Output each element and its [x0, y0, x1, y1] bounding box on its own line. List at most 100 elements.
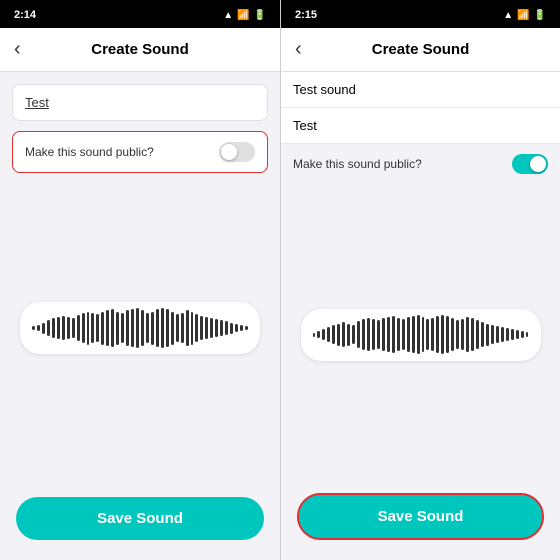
wave-bar	[215, 319, 218, 337]
wave-bar	[230, 323, 233, 334]
public-toggle-switch-1[interactable]	[219, 142, 255, 162]
public-toggle-label-2: Make this sound public?	[293, 157, 422, 171]
wave-bar	[313, 333, 316, 337]
wifi-icon-1: 📶	[237, 10, 249, 21]
wave-bar	[347, 324, 350, 346]
wave-bar	[436, 316, 439, 353]
wave-bar	[481, 322, 484, 346]
name-input-2b[interactable]: Test	[281, 108, 560, 144]
wave-bar	[322, 329, 325, 340]
save-btn-container-2: Save Sound	[281, 481, 560, 560]
wave-bar	[220, 320, 223, 335]
wave-bar	[37, 325, 40, 332]
wave-bar	[362, 319, 365, 350]
page-title-1: Create Sound	[91, 41, 189, 58]
wave-bar	[141, 310, 144, 345]
save-sound-button-2[interactable]: Save Sound	[297, 493, 544, 540]
wave-bar	[342, 322, 345, 346]
wave-bar	[471, 318, 474, 351]
wave-bar	[392, 316, 395, 353]
wave-bar	[337, 324, 340, 346]
wave-bar	[367, 318, 370, 351]
wave-bar	[317, 331, 320, 338]
page-title-2: Create Sound	[372, 41, 470, 58]
wave-bar	[417, 315, 420, 355]
wave-bar	[126, 310, 129, 345]
wave-bar	[506, 328, 509, 341]
waveform-container-2	[281, 188, 560, 481]
wave-bar	[205, 317, 208, 339]
wave-bar	[412, 316, 415, 353]
wave-bar	[382, 318, 385, 351]
wave-bar	[235, 324, 238, 333]
status-bar-1: 2:14 ▲ 📶 🔋	[0, 0, 280, 28]
wave-bar	[136, 308, 139, 348]
nav-bar-2: ‹ Create Sound	[281, 28, 560, 72]
wave-bar	[166, 309, 169, 346]
wave-bar	[67, 317, 70, 339]
phone-screen-1: 2:14 ▲ 📶 🔋 ‹ Create Sound Test Make this…	[0, 0, 280, 560]
wave-bar	[357, 321, 360, 347]
nav-bar-1: ‹ Create Sound	[0, 28, 280, 72]
wave-bar	[72, 318, 75, 338]
status-icons-1: ▲ 📶 🔋	[223, 10, 266, 21]
status-time-2: 2:15	[295, 9, 317, 21]
wave-bar	[407, 317, 410, 352]
wave-bar	[47, 320, 50, 335]
wave-bar	[195, 314, 198, 343]
wave-bar	[377, 320, 380, 349]
wave-bar	[116, 312, 119, 345]
wave-bar	[431, 318, 434, 351]
wave-bar	[461, 319, 464, 350]
wave-bar	[426, 319, 429, 350]
wave-bar	[486, 324, 489, 346]
wave-bar	[32, 326, 35, 330]
wave-bar	[491, 325, 494, 345]
back-button-2[interactable]: ‹	[295, 38, 302, 61]
wave-bar	[200, 316, 203, 340]
wave-bar	[245, 326, 248, 330]
name-input-1[interactable]: Test	[12, 84, 268, 121]
wave-bar	[526, 332, 529, 336]
wave-bar	[240, 325, 243, 332]
wave-bar	[82, 313, 85, 344]
wave-bar	[171, 312, 174, 345]
wave-bar	[511, 329, 514, 340]
waveform-1	[20, 302, 260, 354]
name-input-2a[interactable]: Test sound	[281, 72, 560, 108]
wave-bar	[52, 318, 55, 338]
wave-bar	[441, 315, 444, 355]
wave-bar	[161, 308, 164, 348]
back-button-1[interactable]: ‹	[14, 38, 21, 61]
wave-bar	[422, 317, 425, 352]
wave-bar	[121, 313, 124, 344]
wave-bar	[96, 314, 99, 343]
waveform-container-1	[12, 183, 268, 473]
wave-bar	[101, 312, 104, 345]
public-toggle-switch-2[interactable]	[512, 154, 548, 174]
wave-bar	[91, 313, 94, 344]
battery-icon-2: 🔋	[534, 10, 546, 21]
wave-bar	[42, 323, 45, 334]
wave-bar	[521, 331, 524, 338]
wave-bar	[57, 317, 60, 339]
content-1: Test Make this sound public?	[0, 72, 280, 485]
wave-bar	[496, 326, 499, 344]
wave-bar	[77, 315, 80, 341]
public-toggle-row-1: Make this sound public?	[12, 131, 268, 173]
wave-bar	[181, 313, 184, 344]
wave-bar	[387, 317, 390, 352]
wave-bar	[516, 330, 519, 339]
wave-bar	[476, 320, 479, 349]
save-sound-button-1[interactable]: Save Sound	[16, 497, 264, 540]
status-icons-2: ▲ 📶 🔋	[503, 10, 546, 21]
wave-bar	[176, 314, 179, 343]
wave-bar	[446, 316, 449, 353]
public-toggle-row-2: Make this sound public?	[281, 144, 560, 184]
wave-bar	[397, 318, 400, 351]
wave-bar	[62, 316, 65, 340]
wave-bar	[87, 312, 90, 345]
wave-bar	[402, 319, 405, 350]
signal-icon-1: ▲	[223, 10, 233, 21]
phone-screen-2: 2:15 ▲ 📶 🔋 ‹ Create Sound Test sound Tes…	[280, 0, 560, 560]
